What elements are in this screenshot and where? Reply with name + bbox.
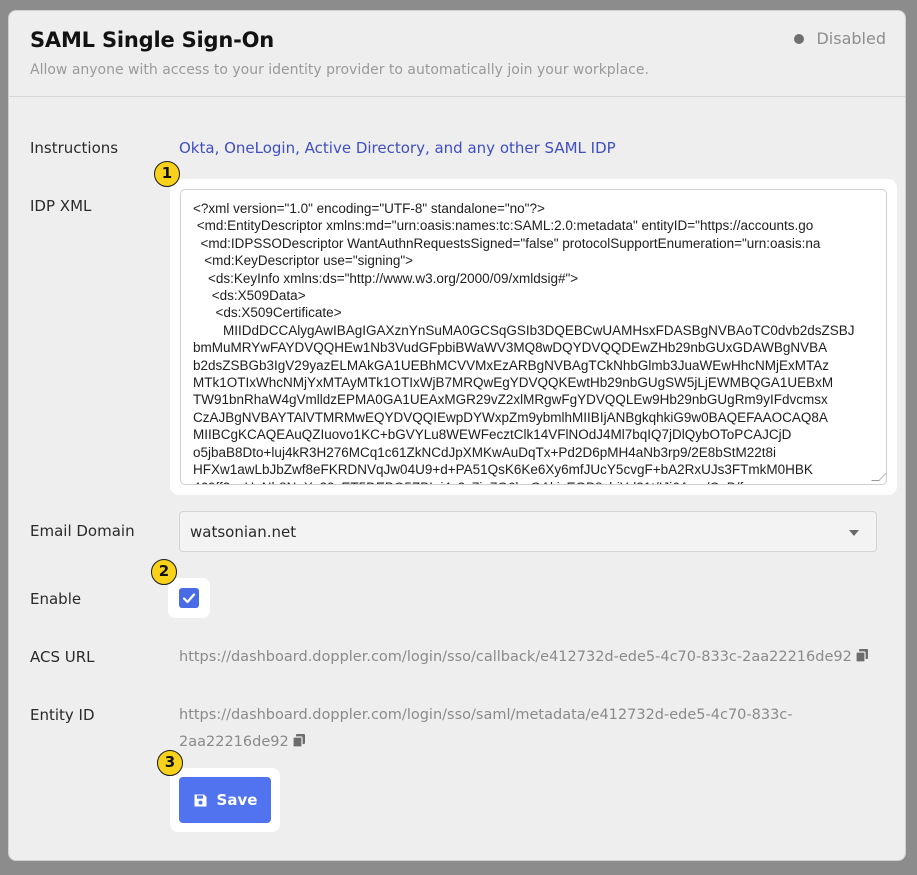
save-button[interactable]: Save bbox=[179, 777, 271, 823]
check-icon bbox=[182, 593, 196, 604]
chevron-down-icon bbox=[849, 530, 859, 536]
entity-id-value-line2: 2aa22216de92 bbox=[179, 734, 289, 750]
floppy-disk-icon bbox=[194, 794, 207, 806]
entity-id-row: https://dashboard.doppler.com/login/sso/… bbox=[179, 703, 793, 756]
instructions-label: Instructions bbox=[30, 139, 119, 157]
annotation-marker-3: 3 bbox=[157, 750, 183, 776]
idp-xml-content: <?xml version="1.0" encoding="UTF-8" sta… bbox=[193, 201, 855, 484]
instructions-link[interactable]: Okta, OneLogin, Active Directory, and an… bbox=[179, 139, 616, 157]
status-dot-icon bbox=[794, 33, 805, 44]
card-title: SAML Single Sign-On bbox=[30, 28, 275, 52]
enable-checkbox[interactable] bbox=[179, 588, 199, 608]
acs-url-row: https://dashboard.doppler.com/login/sso/… bbox=[179, 645, 869, 671]
email-domain-label: Email Domain bbox=[30, 522, 135, 540]
enable-highlight bbox=[168, 578, 210, 618]
status-label: Disabled bbox=[816, 29, 886, 48]
entity-id-label: Entity ID bbox=[30, 706, 95, 724]
status-indicator: Disabled bbox=[794, 29, 886, 48]
saml-sso-card: SAML Single Sign-On Allow anyone with ac… bbox=[8, 10, 906, 861]
card-subtitle: Allow anyone with access to your identit… bbox=[30, 62, 649, 78]
annotation-marker-1: 1 bbox=[154, 161, 180, 187]
idp-xml-highlight: <?xml version="1.0" encoding="UTF-8" sta… bbox=[170, 179, 897, 495]
entity-id-line2-wrap: 2aa22216de92 bbox=[179, 730, 793, 756]
entity-id-value-line1: https://dashboard.doppler.com/login/sso/… bbox=[179, 707, 793, 723]
card-header: SAML Single Sign-On Allow anyone with ac… bbox=[9, 11, 905, 97]
copy-icon[interactable] bbox=[855, 647, 869, 671]
annotation-marker-2: 2 bbox=[151, 559, 177, 585]
idp-xml-label: IDP XML bbox=[30, 197, 92, 215]
copy-icon[interactable] bbox=[292, 732, 306, 756]
email-domain-select[interactable]: watsonian.net bbox=[179, 511, 877, 552]
email-domain-value: watsonian.net bbox=[190, 523, 297, 541]
acs-url-label: ACS URL bbox=[30, 648, 95, 666]
save-button-label: Save bbox=[216, 791, 258, 809]
save-highlight: Save bbox=[170, 768, 280, 832]
idp-xml-textarea[interactable]: <?xml version="1.0" encoding="UTF-8" sta… bbox=[180, 189, 887, 485]
acs-url-value: https://dashboard.doppler.com/login/sso/… bbox=[179, 649, 852, 665]
enable-label: Enable bbox=[30, 590, 82, 608]
